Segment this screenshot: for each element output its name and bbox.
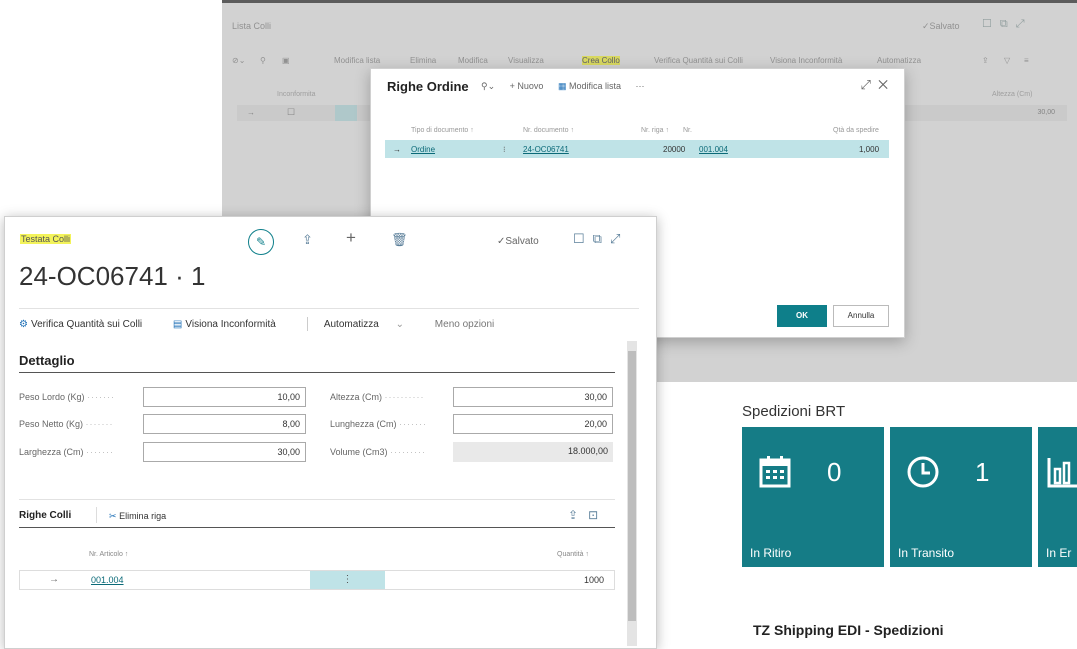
- scrollbar[interactable]: [627, 341, 637, 646]
- subpage-icons: ⇪⊡: [568, 508, 608, 522]
- table-row[interactable]: → Ordine ⁝ 24-OC06741 20000 001.004 1,00…: [385, 140, 889, 158]
- quantita-cell: 1000: [583, 575, 604, 585]
- spedizioni-brt-title: Spedizioni BRT: [742, 403, 846, 420]
- section-underline: [19, 372, 615, 373]
- clock-icon: [906, 455, 940, 494]
- nr-articolo-link[interactable]: 001.004: [91, 575, 124, 585]
- bookmark-icon[interactable]: ☐: [573, 231, 593, 246]
- nr-link[interactable]: 001.004: [699, 145, 728, 154]
- ok-button[interactable]: OK: [777, 305, 827, 327]
- tipo-documento-link[interactable]: Ordine: [411, 145, 435, 154]
- edit-list-button[interactable]: ▦ Modifica lista: [558, 81, 621, 91]
- tile-value: 1: [975, 457, 990, 487]
- column-header[interactable]: Nr. Articolo ↑: [89, 551, 128, 558]
- divider: [19, 308, 639, 309]
- peso-lordo-input[interactable]: 10,00: [143, 387, 306, 407]
- larghezza-input[interactable]: 30,00: [143, 442, 306, 462]
- column-header[interactable]: Qtà da spedire: [833, 127, 879, 134]
- meno-opzioni-link[interactable]: Meno opzioni: [435, 319, 494, 330]
- dialog-window-controls: ⤢ ✕: [860, 77, 888, 93]
- edit-pencil-icon[interactable]: ✎: [248, 229, 274, 255]
- tile-label: In Er: [1046, 546, 1072, 560]
- grid-icon: ▦: [557, 81, 567, 91]
- column-header[interactable]: Quantità ↑: [557, 551, 589, 558]
- expand-subpage-icon[interactable]: ⊡: [588, 508, 608, 522]
- row-menu[interactable]: ⋮: [310, 571, 385, 589]
- table-row[interactable]: → 001.004 ⋮ 1000: [19, 570, 615, 590]
- nr-documento-link[interactable]: 24-OC06741: [523, 145, 569, 154]
- larghezza-label: Larghezza (Cm) ·······: [19, 447, 115, 457]
- saved-status: ✓Salvato: [497, 236, 539, 247]
- column-header[interactable]: Tipo di documento ↑: [411, 127, 474, 134]
- column-header[interactable]: Nr. riga ↑: [641, 127, 669, 134]
- plus-icon[interactable]: +: [346, 228, 356, 248]
- verify-icon: ⚙: [19, 318, 28, 330]
- peso-netto-label: Peso Netto (Kg) ·······: [19, 419, 114, 429]
- scrollbar-thumb[interactable]: [628, 351, 636, 621]
- close-icon[interactable]: ✕: [878, 77, 888, 92]
- page-title: 24-OC06741 · 1: [19, 261, 206, 291]
- testata-colli-card: Testata Colli ✎ ⇪ + 🗑 ✓Salvato ☐⧉⤢ 24-OC…: [4, 216, 657, 649]
- expand-icon[interactable]: ⤢: [860, 77, 870, 92]
- page-caption: Testata Colli: [20, 234, 72, 244]
- cell-divider: ⁝: [503, 145, 506, 154]
- righe-colli-title[interactable]: Righe Colli: [19, 510, 71, 521]
- column-header[interactable]: Nr.: [683, 127, 692, 134]
- tile-in-errore[interactable]: In Er: [1038, 427, 1077, 567]
- visiona-inconformita-action[interactable]: ▤ Visiona Inconformità: [173, 319, 290, 330]
- row-arrow-icon: →: [49, 574, 59, 585]
- divider: [96, 507, 97, 523]
- tile-in-ritiro[interactable]: 0 In Ritiro: [742, 427, 884, 567]
- lunghezza-input[interactable]: 20,00: [453, 414, 613, 434]
- nr-riga-cell: 20000: [663, 145, 686, 154]
- share-icon[interactable]: ⇪: [568, 508, 588, 522]
- tile-label: In Ritiro: [750, 546, 792, 560]
- card-window-icons: ☐⧉⤢: [573, 231, 628, 247]
- row-arrow-icon: →: [393, 145, 401, 154]
- divider: [19, 499, 615, 500]
- edi-section-title: TZ Shipping EDI - Spedizioni: [753, 622, 944, 638]
- volume-value: 18.000,00: [453, 442, 613, 462]
- chevron-down-icon: ⌄: [395, 318, 405, 330]
- altezza-input[interactable]: 30,00: [453, 387, 613, 407]
- share-icon[interactable]: ⇪: [302, 232, 313, 248]
- cancel-button[interactable]: Annulla: [833, 305, 889, 327]
- automatizza-menu[interactable]: Automatizza ⌄: [324, 319, 418, 330]
- tile-label: In Transito: [898, 546, 955, 560]
- qta-cell: 1,000: [859, 145, 880, 154]
- verifica-quantita-action[interactable]: ⚙ Verifica Quantità sui Colli: [19, 319, 156, 330]
- bar-chart-icon: [1046, 455, 1077, 494]
- lunghezza-label: Lunghezza (Cm) ·······: [330, 419, 428, 429]
- peso-lordo-label: Peso Lordo (Kg) ·······: [19, 392, 116, 402]
- altezza-label: Altezza (Cm) ··········: [330, 392, 425, 402]
- tile-in-transito[interactable]: 1 In Transito: [890, 427, 1032, 567]
- column-header[interactable]: Nr. documento ↑: [523, 127, 574, 134]
- section-title-dettaglio[interactable]: Dettaglio: [19, 353, 75, 368]
- search-icon[interactable]: ⚲⌄: [481, 81, 495, 91]
- expand-icon[interactable]: ⤢: [610, 231, 628, 246]
- calendar-icon: [758, 455, 792, 494]
- divider: [306, 317, 308, 331]
- tile-value: 0: [827, 457, 842, 487]
- delete-row-icon: ✂: [109, 511, 117, 521]
- open-new-window-icon[interactable]: ⧉: [593, 231, 610, 246]
- elimina-riga-button[interactable]: ✂ Elimina riga: [109, 511, 166, 522]
- more-icon[interactable]: ···: [636, 81, 645, 91]
- volume-label: Volume (Cm3) ·········: [330, 447, 427, 457]
- report-icon: ▤: [172, 318, 183, 330]
- dialog-title: Righe Ordine: [387, 79, 469, 94]
- new-button[interactable]: + Nuovo: [510, 81, 544, 91]
- section-underline: [19, 527, 615, 528]
- trash-icon[interactable]: 🗑: [391, 232, 408, 248]
- dialog-toolbar: ⚲⌄ + Nuovo ▦ Modifica lista ···: [481, 81, 657, 92]
- action-bar: ⚙ Verifica Quantità sui Colli ▤ Visiona In…: [19, 317, 508, 331]
- peso-netto-input[interactable]: 8,00: [143, 414, 306, 434]
